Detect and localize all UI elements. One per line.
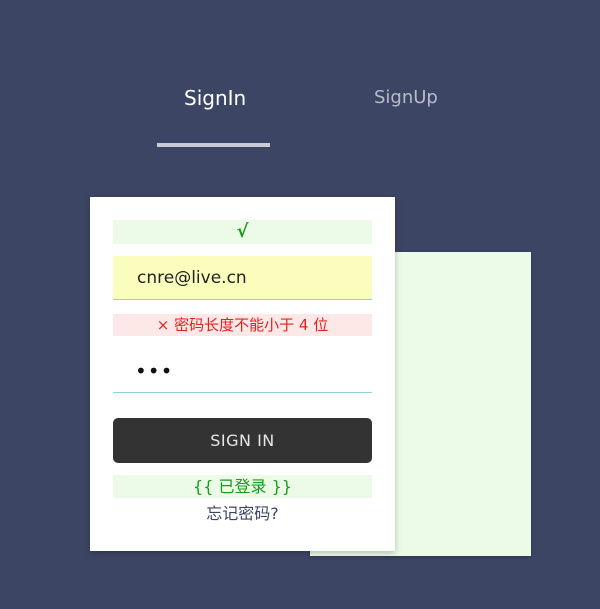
signin-button[interactable]: SIGN IN [113, 418, 372, 463]
password-field[interactable] [113, 349, 372, 393]
password-error-message: × 密码长度不能小于 4 位 [113, 314, 372, 336]
email-valid-status: √ [113, 220, 372, 244]
tab-signin[interactable]: SignIn [184, 86, 246, 110]
forgot-password-link[interactable]: 忘记密码? [113, 503, 372, 525]
login-status: {{ 已登录 }} [113, 475, 372, 498]
tab-signup[interactable]: SignUp [374, 86, 438, 110]
active-tab-underline [157, 143, 270, 147]
signin-card: √ × 密码长度不能小于 4 位 SIGN IN {{ 已登录 }} 忘记密码? [90, 197, 395, 551]
email-field[interactable] [113, 256, 372, 300]
